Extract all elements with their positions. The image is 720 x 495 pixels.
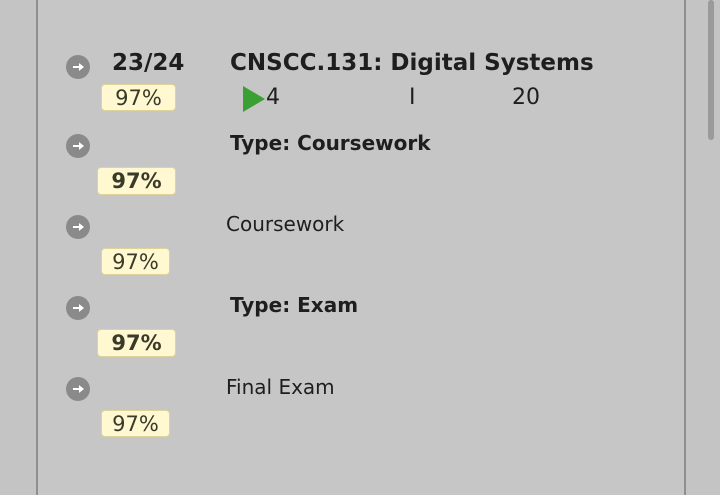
row-percent-badge: 97% bbox=[101, 410, 170, 437]
module-title[interactable]: CNSCC.131: Digital Systems bbox=[230, 50, 594, 76]
row-label[interactable]: Coursework bbox=[226, 212, 344, 236]
expand-arrow-icon[interactable] bbox=[66, 377, 90, 401]
module-percent-badge: 97% bbox=[101, 84, 176, 111]
module-detail-cursor: I bbox=[409, 85, 416, 110]
row-percent-badge: 97% bbox=[97, 329, 176, 357]
row-percent-badge: 97% bbox=[101, 248, 170, 275]
expand-arrow-icon[interactable] bbox=[66, 296, 90, 320]
row-label[interactable]: Type: Exam bbox=[230, 293, 358, 317]
row-label[interactable]: Type: Coursework bbox=[230, 131, 431, 155]
module-detail-credits: 20 bbox=[512, 85, 540, 110]
module-detail-count: 4 bbox=[266, 85, 280, 110]
expand-arrow-icon[interactable] bbox=[66, 134, 90, 158]
module-score: 23/24 bbox=[112, 50, 185, 76]
row-label[interactable]: Final Exam bbox=[226, 375, 335, 399]
scrollbar-thumb[interactable] bbox=[708, 0, 714, 140]
play-icon[interactable] bbox=[243, 86, 265, 112]
expand-arrow-icon[interactable] bbox=[66, 55, 90, 79]
expand-arrow-icon[interactable] bbox=[66, 215, 90, 239]
row-percent-badge: 97% bbox=[97, 167, 176, 195]
